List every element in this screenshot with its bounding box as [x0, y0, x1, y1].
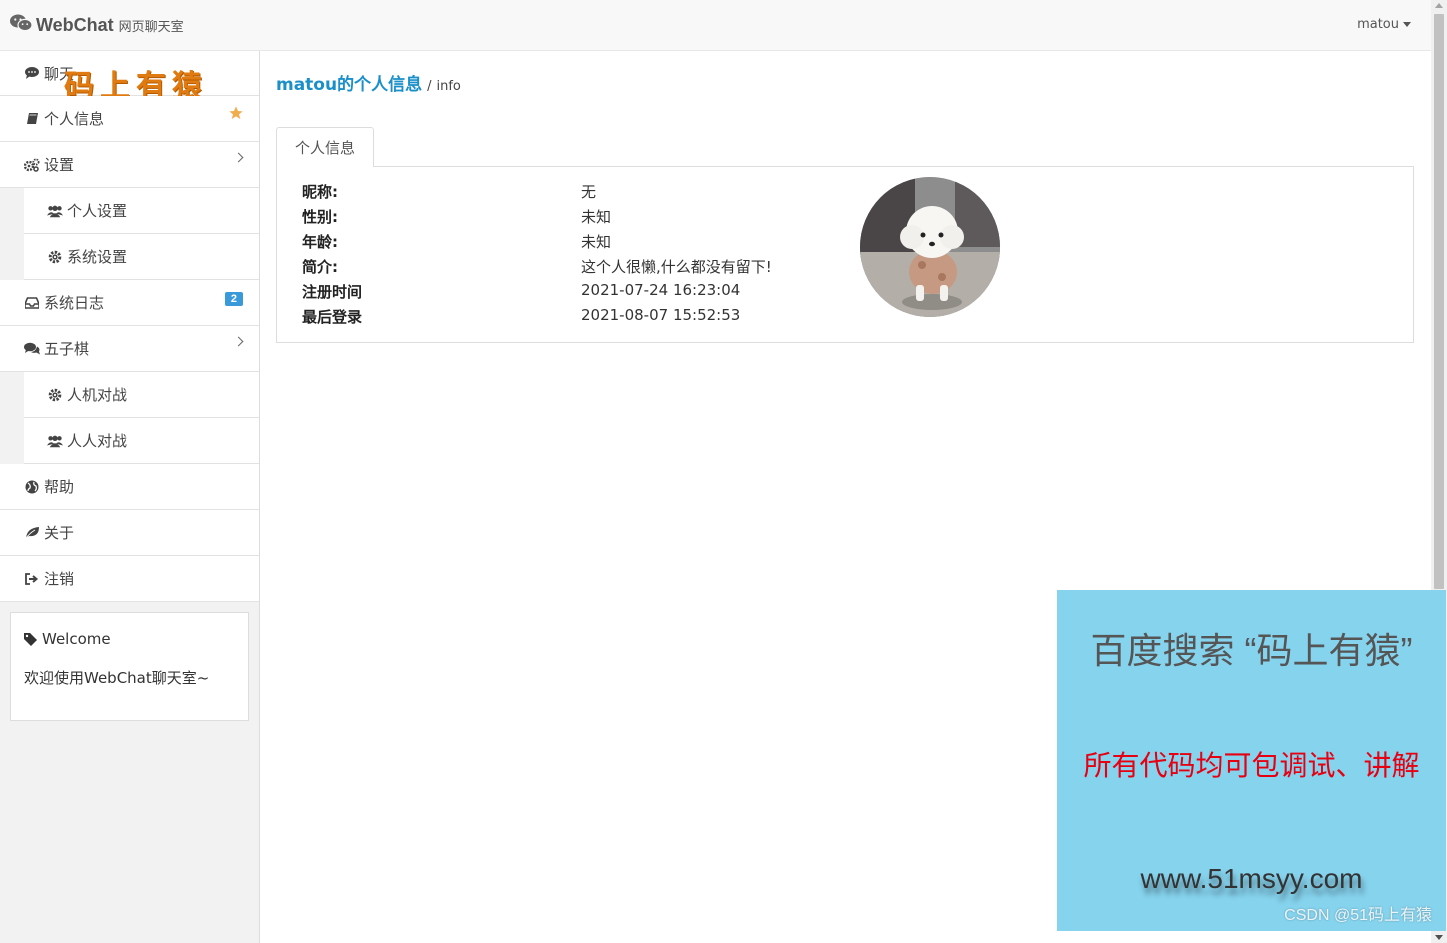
comments-icon — [24, 341, 40, 357]
top-navbar: WebChat 网页聊天室 matou — [0, 0, 1431, 51]
brand[interactable]: WebChat 网页聊天室 — [10, 14, 184, 36]
profile-info-panel: 昵称: 无 性别: 未知 年龄: 未知 简介: 这个人很懒,什么都没有留下! 注… — [276, 166, 1414, 343]
sidebar-item-help[interactable]: 帮助 — [0, 464, 259, 510]
page-subtitle: info — [436, 79, 461, 94]
page-title: matou的个人信息 — [276, 75, 423, 95]
info-row-gender: 性别: 未知 — [302, 206, 611, 231]
book-icon — [24, 111, 40, 127]
info-label: 昵称: — [302, 183, 338, 201]
info-value: 未知 — [581, 208, 612, 226]
users-icon — [47, 433, 63, 449]
info-value: 这个人很懒,什么都没有留下! — [581, 258, 772, 276]
ad-headline: 百度搜索 “码上有猿” — [1090, 630, 1413, 671]
info-label: 性别: — [302, 208, 338, 226]
sidebar-item-label: 关于 — [44, 524, 75, 542]
page-header: matou的个人信息 / info — [276, 70, 461, 95]
gear-icon — [47, 387, 63, 403]
sidebar: 聊天 码上有猿 个人信息 设置 个人设置 系统设置 系统日志 2 五子棋 人机对… — [0, 51, 260, 943]
sidebar-item-label: 帮助 — [44, 478, 75, 496]
user-name: matou — [1357, 17, 1399, 32]
user-dropdown[interactable]: matou — [1357, 17, 1411, 32]
info-value: 无 — [581, 183, 597, 201]
scrollbar-thumb[interactable] — [1434, 14, 1444, 589]
gear-icon — [47, 249, 63, 265]
sidebar-item-profile[interactable]: 个人信息 — [0, 96, 259, 142]
sidebar-item-label: 个人设置 — [67, 202, 128, 220]
sidebar-subitem-vs-player[interactable]: 人人对战 — [24, 418, 259, 464]
chevron-right-icon — [233, 152, 244, 163]
sidebar-item-label: 注销 — [44, 570, 75, 588]
globe-icon — [24, 479, 40, 495]
sidebar-item-label: 人机对战 — [67, 386, 128, 404]
info-label: 简介: — [302, 258, 338, 276]
sidebar-item-logout[interactable]: 注销 — [0, 556, 259, 602]
info-row-bio: 简介: 这个人很懒,什么都没有留下! — [302, 256, 772, 281]
sidebar-item-about[interactable]: 关于 — [0, 510, 259, 556]
info-label: 注册时间 — [302, 283, 363, 301]
tag-icon — [24, 632, 37, 646]
ad-url[interactable]: www.51msyy.com — [1057, 863, 1446, 895]
sidebar-item-label: 个人信息 — [44, 110, 105, 128]
brand-subtitle: 网页聊天室 — [118, 19, 184, 35]
sidebar-item-label: 设置 — [44, 156, 75, 174]
info-label: 年龄: — [302, 233, 338, 251]
inbox-icon — [24, 295, 40, 311]
info-row-age: 年龄: 未知 — [302, 231, 611, 256]
info-row-register-time: 注册时间 2021-07-24 16:23:04 — [302, 281, 740, 306]
info-row-nickname: 昵称: 无 — [302, 181, 596, 206]
sidebar-item-chat[interactable]: 聊天 码上有猿 — [0, 51, 259, 104]
sidebar-item-settings[interactable]: 设置 — [0, 142, 259, 188]
sidebar-subitem-personal-settings[interactable]: 个人设置 — [24, 188, 259, 234]
sidebar-item-label: 五子棋 — [44, 340, 90, 358]
sign-out-icon — [24, 571, 40, 587]
avatar[interactable] — [860, 177, 1000, 317]
sidebar-item-label: 系统日志 — [44, 294, 105, 312]
tab-personal-info[interactable]: 个人信息 — [276, 127, 374, 167]
chevron-right-icon — [233, 336, 244, 347]
info-value: 2021-08-07 15:52:53 — [581, 306, 741, 324]
welcome-title: Welcome — [42, 630, 111, 648]
wechat-icon — [10, 14, 33, 36]
ad-banner[interactable]: 百度搜索 “码上有猿” 所有代码均可包调试、讲解 www.51msyy.com … — [1057, 590, 1446, 931]
info-label: 最后登录 — [302, 308, 363, 326]
sidebar-item-label: 系统设置 — [67, 248, 128, 266]
comment-icon — [24, 65, 40, 81]
brand-title: WebChat — [36, 14, 114, 35]
leaf-icon — [24, 525, 40, 541]
gears-icon — [24, 157, 40, 173]
scroll-down-arrow-icon[interactable] — [1435, 935, 1443, 940]
csdn-watermark: CSDN @51码上有猿 — [1284, 907, 1432, 924]
caret-down-icon — [1403, 22, 1411, 27]
breadcrumb-separator: / — [427, 79, 432, 94]
welcome-text: 欢迎使用WebChat聊天室~ — [24, 669, 210, 687]
star-icon — [228, 105, 244, 125]
scroll-up-arrow-icon[interactable] — [1435, 3, 1443, 8]
info-row-last-login: 最后登录 2021-08-07 15:52:53 — [302, 306, 740, 331]
ad-tagline: 所有代码均可包调试、讲解 — [1083, 750, 1420, 781]
info-value: 2021-07-24 16:23:04 — [581, 281, 741, 299]
users-icon — [47, 203, 63, 219]
sidebar-item-system-log[interactable]: 系统日志 2 — [0, 280, 259, 326]
notification-badge: 2 — [224, 292, 243, 306]
welcome-panel: Welcome 欢迎使用WebChat聊天室~ — [10, 612, 249, 721]
info-value: 未知 — [581, 233, 612, 251]
sidebar-subitem-system-settings[interactable]: 系统设置 — [24, 234, 259, 280]
sidebar-subitem-vs-computer[interactable]: 人机对战 — [24, 372, 259, 418]
sidebar-item-label: 人人对战 — [67, 432, 128, 450]
sidebar-item-gomoku[interactable]: 五子棋 — [0, 326, 259, 372]
